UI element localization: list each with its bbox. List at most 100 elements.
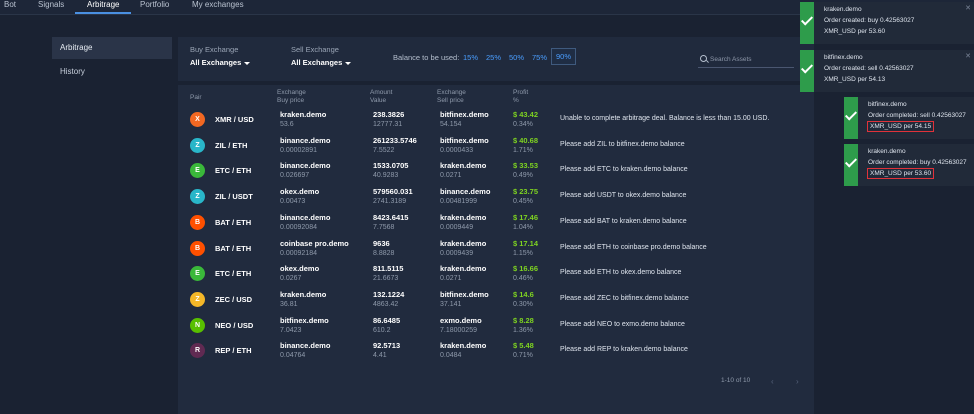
sell-exchange: kraken.demo bbox=[440, 238, 487, 248]
profit-value: $ 23.75 bbox=[513, 187, 539, 197]
chevron-right-icon[interactable]: › bbox=[796, 377, 799, 386]
balance-option-50[interactable]: 50% bbox=[509, 53, 524, 62]
buy-exchange: okex.demo bbox=[280, 187, 320, 197]
profit-percent: 0.30% bbox=[513, 300, 533, 308]
notification-exchange: bitfinex.demo bbox=[824, 54, 863, 61]
notification-exchange: bitfinex.demo bbox=[868, 101, 907, 108]
xmr-coin-icon: X bbox=[190, 112, 205, 127]
table-row[interactable]: Z ZEC / USD kraken.demo 36.81 132.1224 4863.4… bbox=[178, 287, 814, 313]
chevron-down-icon bbox=[345, 61, 352, 65]
table-row[interactable]: E ETC / ETH binance.demo 0.026697 1533.0705 4… bbox=[178, 158, 814, 184]
value: 12777.31 bbox=[373, 121, 403, 128]
amount: 132.1224 bbox=[373, 289, 405, 299]
profit-percent: 0.46% bbox=[513, 275, 533, 283]
sell-exchange: kraken.demo bbox=[440, 341, 487, 351]
pagination-range: 1-10 of 10 bbox=[721, 377, 751, 384]
pagination: 1-10 of 10 ‹ › bbox=[721, 377, 799, 386]
balance-option-90[interactable]: 90% bbox=[551, 48, 577, 65]
value: 21.6673 bbox=[373, 275, 399, 283]
balance-option-15[interactable]: 15% bbox=[463, 53, 478, 62]
buy-exchange-select[interactable]: All Exchanges bbox=[190, 58, 251, 67]
header-buy-price: Buy price bbox=[277, 97, 305, 104]
etc-coin-icon: E bbox=[190, 266, 205, 282]
sell-exchange-label: Sell Exchange bbox=[291, 45, 339, 54]
pair-label: ZEC / USD bbox=[215, 294, 253, 304]
header-sell-exchange: Exchange bbox=[437, 89, 466, 96]
search-input[interactable] bbox=[710, 54, 790, 64]
profit-percent: 0.49% bbox=[513, 172, 533, 180]
header-sell-price: Sell price bbox=[437, 97, 464, 104]
order-notification: kraken.demo Order created: buy 0.42563027… bbox=[800, 2, 974, 44]
status-message: Please add ETH to coinbase pro.demo bala… bbox=[560, 243, 707, 251]
table-row[interactable]: R REP / ETH binance.demo 0.04764 92.5713 4.41… bbox=[178, 338, 814, 364]
balance-label: Balance to be used: bbox=[393, 53, 460, 62]
balance-option-75[interactable]: 75% bbox=[532, 53, 547, 62]
amount: 9636 bbox=[373, 238, 390, 248]
close-icon[interactable]: ✕ bbox=[965, 4, 971, 12]
filter-bar: Buy Exchange All Exchanges Sell Exchange… bbox=[178, 37, 814, 81]
close-icon[interactable]: ✕ bbox=[965, 52, 971, 60]
amount: 1533.0705 bbox=[373, 161, 409, 171]
table-row[interactable]: X XMR / USD kraken.demo 53.6 238.3826 12777.3… bbox=[178, 107, 814, 133]
tab-signals[interactable]: Signals bbox=[38, 0, 64, 14]
header-amount: Amount bbox=[370, 89, 393, 96]
profit-percent: 0.71% bbox=[513, 352, 533, 360]
value: 4863.42 bbox=[373, 300, 399, 308]
table-row[interactable]: B BAT / ETH binance.demo 0.00092084 8423.641… bbox=[178, 210, 814, 236]
order-notification: kraken.demo Order completed: buy 0.425630… bbox=[844, 144, 974, 186]
table-row[interactable]: E ETC / ETH okex.demo 0.0267 811.5115 21.6673… bbox=[178, 261, 814, 287]
sell-exchange-value: All Exchanges bbox=[291, 58, 343, 67]
zec-coin-icon: Z bbox=[190, 291, 205, 307]
notification-order: Order created: sell 0.42563027 bbox=[824, 65, 914, 72]
pair-label: ZIL / ETH bbox=[215, 140, 248, 150]
profit-percent: 1.04% bbox=[513, 223, 533, 231]
tab-portfolio[interactable]: Portfolio bbox=[140, 0, 169, 14]
table-row[interactable]: Z ZIL / ETH binance.demo 0.00002891 261233.5… bbox=[178, 133, 814, 159]
buy-exchange-label: Buy Exchange bbox=[190, 45, 239, 54]
buy-price: 0.00473 bbox=[280, 198, 306, 206]
pair-label: BAT / ETH bbox=[215, 217, 252, 227]
order-notification: bitfinex.demo Order completed: sell 0.425… bbox=[844, 97, 974, 139]
value: 7.5522 bbox=[373, 146, 395, 154]
sell-price: 7.18000259 bbox=[440, 326, 477, 334]
header-value: Value bbox=[370, 97, 387, 104]
tab-arbitrage[interactable]: Arbitrage bbox=[75, 0, 132, 14]
notification-exchange: kraken.demo bbox=[824, 6, 862, 13]
sell-price: 0.00481999 bbox=[440, 198, 477, 206]
sell-price: 0.0009439 bbox=[440, 249, 474, 257]
notification-rate: XMR_USD per 53.60 bbox=[824, 28, 886, 35]
table-row[interactable]: B BAT / ETH coinbase pro.demo 0.00092184 963… bbox=[178, 236, 814, 262]
profit-value: $ 17.14 bbox=[513, 238, 539, 248]
buy-price: 0.00092084 bbox=[280, 223, 317, 231]
value: 2741.3189 bbox=[373, 198, 407, 206]
buy-exchange: binance.demo bbox=[280, 161, 331, 171]
tab-my-exchanges[interactable]: My exchanges bbox=[192, 0, 244, 14]
table-row[interactable]: Z ZIL / USDT okex.demo 0.00473 579560.031 274… bbox=[178, 184, 814, 210]
balance-option-25[interactable]: 25% bbox=[486, 53, 501, 62]
tab-bot[interactable]: Bot bbox=[4, 0, 16, 14]
buy-price: 0.00092184 bbox=[280, 249, 317, 257]
sidebar-item-history[interactable]: History bbox=[52, 61, 172, 83]
status-message: Please add ETH to okex.demo balance bbox=[560, 269, 682, 277]
notification-order: Order created: buy 0.42563027 bbox=[824, 17, 915, 24]
buy-exchange: kraken.demo bbox=[280, 289, 327, 299]
pair-label: ETC / ETH bbox=[215, 166, 252, 176]
sell-exchange: kraken.demo bbox=[440, 212, 487, 222]
zil-coin-icon: Z bbox=[190, 189, 205, 205]
pair-label: REP / ETH bbox=[215, 346, 252, 356]
status-message: Please add ZEC to bitfinex.demo balance bbox=[560, 294, 689, 302]
profit-percent: 1.15% bbox=[513, 249, 533, 257]
sidebar-item-arbitrage[interactable]: Arbitrage bbox=[52, 37, 172, 59]
chevron-left-icon[interactable]: ‹ bbox=[771, 377, 774, 386]
profit-value: $ 40.68 bbox=[513, 135, 539, 145]
sell-exchange: kraken.demo bbox=[440, 161, 487, 171]
amount: 92.5713 bbox=[373, 341, 401, 351]
bat-coin-icon: B bbox=[190, 214, 205, 230]
table-row[interactable]: N NEO / USD bitfinex.demo 7.0423 86.6485 610.… bbox=[178, 313, 814, 339]
buy-exchange: kraken.demo bbox=[280, 110, 327, 119]
sell-exchange: bitfinex.demo bbox=[440, 289, 489, 299]
sell-exchange-select[interactable]: All Exchanges bbox=[291, 58, 352, 67]
sell-exchange: kraken.demo bbox=[440, 264, 487, 274]
profit-percent: 1.71% bbox=[513, 146, 533, 154]
notification-exchange: kraken.demo bbox=[868, 148, 906, 155]
